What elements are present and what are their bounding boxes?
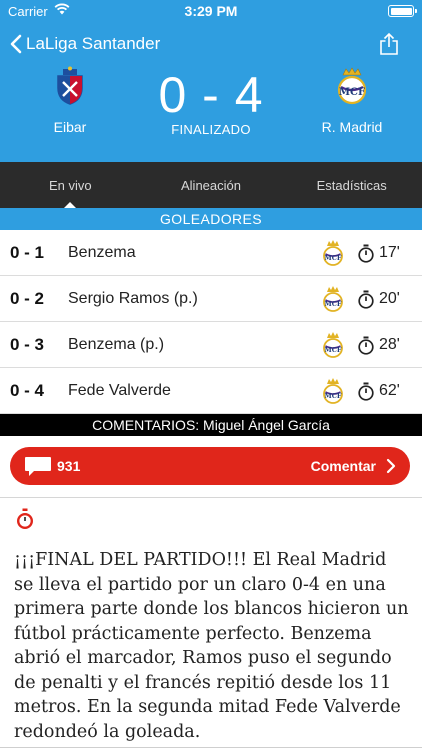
chevron-right-icon bbox=[386, 458, 396, 474]
svg-text:MCF: MCF bbox=[325, 254, 342, 262]
live-comment-text: ¡¡¡FINAL DEL PARTIDO!!! El Real Madrid s… bbox=[14, 550, 409, 742]
goal-minute: 20' bbox=[379, 290, 400, 307]
divider bbox=[0, 747, 422, 748]
goal-minute: 28' bbox=[379, 336, 400, 353]
battery-icon bbox=[388, 5, 417, 17]
scorer-name: Benzema bbox=[68, 244, 136, 261]
chevron-left-icon bbox=[10, 34, 22, 54]
real-madrid-crest-icon: MCF bbox=[337, 67, 367, 105]
scorers-header: GOLEADORES bbox=[0, 208, 422, 230]
svg-text:MCF: MCF bbox=[325, 300, 342, 308]
goal-score: 0 - 2 bbox=[10, 289, 45, 308]
share-icon[interactable] bbox=[378, 32, 400, 56]
comment-count: 931 bbox=[57, 458, 81, 474]
svg-text:MCF: MCF bbox=[325, 346, 342, 354]
scorer-row[interactable]: 0 - 1 Benzema MCF 17' bbox=[0, 230, 422, 276]
stopwatch-icon bbox=[358, 290, 374, 309]
comments-header: COMENTARIOS: Miguel Ángel García bbox=[0, 414, 422, 436]
tab-estadisticas[interactable]: Estadísticas bbox=[281, 162, 422, 208]
match-header: Carrier 3:29 PM LaLiga Santander Eibar 0 bbox=[0, 0, 422, 162]
scorer-row[interactable]: 0 - 2 Sergio Ramos (p.) MCF 20' bbox=[0, 276, 422, 322]
real-madrid-crest-icon: MCF bbox=[323, 332, 343, 358]
stopwatch-icon bbox=[358, 336, 374, 355]
comment-button-label: Comentar bbox=[310, 458, 376, 474]
scorer-name: Benzema (p.) bbox=[68, 336, 165, 353]
real-madrid-crest-icon: MCF bbox=[323, 286, 343, 312]
status-bar: Carrier 3:29 PM bbox=[0, 0, 422, 22]
stopwatch-icon bbox=[358, 382, 374, 401]
clock-time: 3:29 PM bbox=[184, 3, 238, 19]
back-button-label: LaLiga Santander bbox=[26, 34, 161, 53]
speech-bubble-icon bbox=[25, 457, 51, 476]
scorer-name: Sergio Ramos (p.) bbox=[68, 290, 198, 307]
away-team[interactable]: MCF R. Madrid bbox=[292, 66, 412, 135]
svg-text:MCF: MCF bbox=[325, 392, 342, 400]
away-team-name: R. Madrid bbox=[321, 119, 383, 135]
scorer-row[interactable]: 0 - 3 Benzema (p.) MCF 28' bbox=[0, 322, 422, 368]
real-madrid-crest-icon: MCF bbox=[323, 240, 343, 266]
goal-minute: 17' bbox=[379, 244, 400, 261]
tab-alineacion[interactable]: Alineación bbox=[141, 162, 282, 208]
svg-text:MCF: MCF bbox=[339, 87, 365, 98]
tab-bar: En vivo Alineación Estadísticas bbox=[0, 162, 422, 208]
stopwatch-icon bbox=[358, 244, 374, 263]
back-button[interactable]: LaLiga Santander bbox=[10, 30, 160, 58]
divider bbox=[0, 497, 422, 498]
goal-score: 0 - 4 bbox=[10, 381, 45, 400]
scorer-name: Fede Valverde bbox=[68, 382, 171, 399]
tab-en-vivo[interactable]: En vivo bbox=[0, 162, 141, 208]
stopwatch-icon bbox=[17, 508, 33, 529]
goal-minute: 62' bbox=[379, 382, 400, 399]
scorer-row[interactable]: 0 - 4 Fede Valverde MCF 62' bbox=[0, 368, 422, 414]
comment-button[interactable]: 931 Comentar bbox=[10, 447, 410, 485]
goal-score: 0 - 1 bbox=[10, 243, 45, 262]
goal-score: 0 - 3 bbox=[10, 335, 45, 354]
scorers-list: 0 - 1 Benzema MCF 17' 0 - 2 Sergio Ramos… bbox=[0, 230, 422, 414]
real-madrid-crest-icon: MCF bbox=[323, 378, 343, 404]
